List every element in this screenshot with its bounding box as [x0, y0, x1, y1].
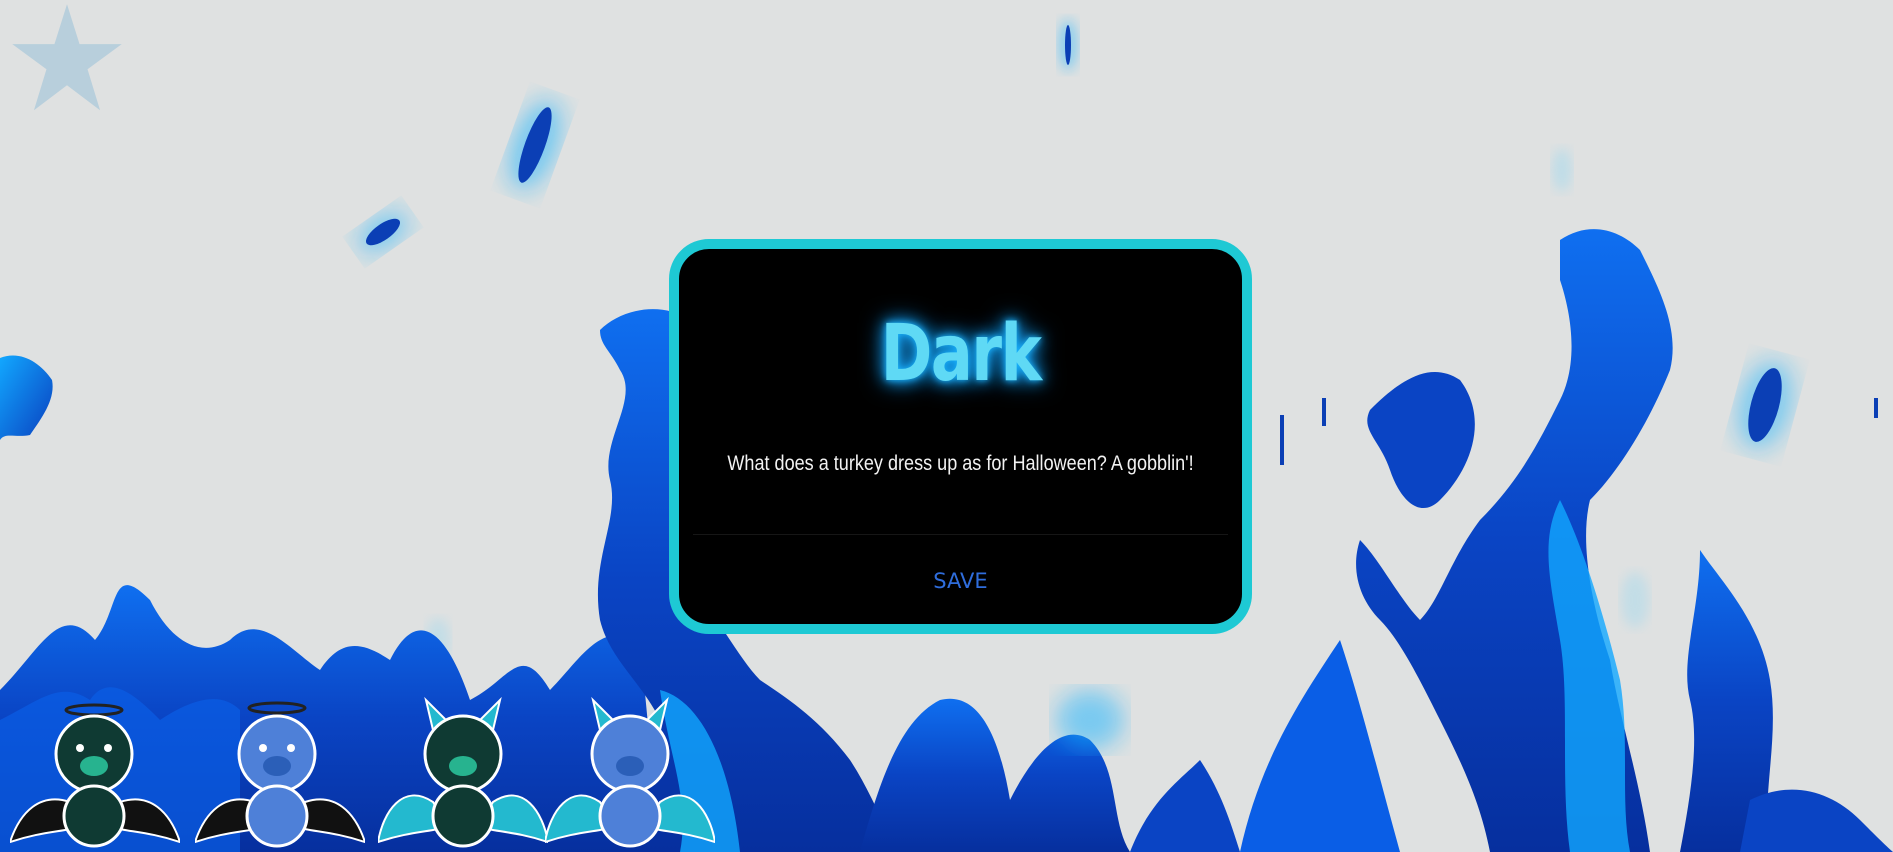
- angel-pig-character[interactable]: [10, 692, 180, 852]
- angel-bear-character[interactable]: [195, 692, 365, 852]
- devil-bear-character[interactable]: [545, 692, 715, 852]
- joke-dialog: Dark What does a turkey dress up as for …: [669, 239, 1252, 634]
- dialog-title: Dark: [880, 309, 1042, 399]
- devil-pig-character[interactable]: [378, 692, 548, 852]
- flame-left-edge: [0, 355, 53, 440]
- flame-right-column: [1356, 229, 1673, 852]
- dialog-divider: [693, 534, 1228, 535]
- joke-text: What does a turkey dress up as for Hallo…: [727, 452, 1194, 475]
- game-screen: Dark What does a turkey dress up as for …: [0, 0, 1893, 852]
- star-icon[interactable]: [10, 4, 124, 114]
- save-button[interactable]: SAVE: [921, 565, 999, 597]
